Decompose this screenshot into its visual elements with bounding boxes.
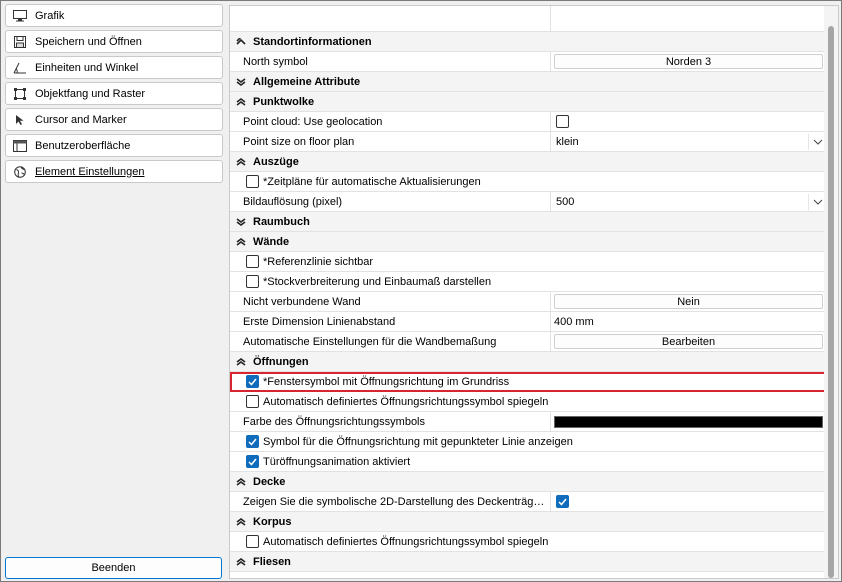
chevron-up-icon xyxy=(236,557,246,566)
nav-item-label: Benutzeroberfläche xyxy=(35,139,131,152)
bearbeiten-button[interactable]: Bearbeiten xyxy=(554,334,823,349)
prop-farbe: Farbe des Öffnungsrichtungssymbols xyxy=(230,412,826,432)
snap-grid-icon xyxy=(12,87,28,101)
nav-item-grafik[interactable]: Grafik xyxy=(5,4,223,27)
geolocation-checkbox[interactable] xyxy=(556,115,569,128)
section-allgemeine-attribute[interactable]: Allgemeine Attribute xyxy=(230,72,826,92)
chevron-up-icon xyxy=(236,157,246,166)
settings-nav: Grafik Speichern und Öffnen Einheiten un… xyxy=(5,4,223,186)
section-fliesen[interactable]: Fliesen xyxy=(230,552,826,572)
section-auszuege[interactable]: Auszüge xyxy=(230,152,826,172)
globe-icon xyxy=(12,165,28,179)
angle-icon xyxy=(12,61,28,75)
prop-decke-2d: Zeigen Sie die symbolische 2D-Darstellun… xyxy=(230,492,826,512)
cursor-icon xyxy=(12,113,28,127)
color-swatch[interactable] xyxy=(554,415,823,428)
section-decke[interactable]: Decke xyxy=(230,472,826,492)
prop-bildaufloesung: Bildauflösung (pixel) 500 xyxy=(230,192,826,212)
prop-auto-oeffnungsrichtung-korpus[interactable]: Automatisch definiertes Öffnungsrichtung… xyxy=(230,532,826,552)
erste-dimension-input[interactable]: 400 mm xyxy=(551,312,826,331)
prop-zeitplaene[interactable]: *Zeitpläne für automatische Aktualisieru… xyxy=(230,172,826,192)
nav-item-label: Objektfang und Raster xyxy=(35,87,146,100)
options-window: Grafik Speichern und Öffnen Einheiten un… xyxy=(0,0,842,582)
chevron-up-icon xyxy=(236,357,246,366)
prop-fenstersymbol[interactable]: *Fenstersymbol mit Öffnungsrichtung im G… xyxy=(230,372,826,392)
chevron-up-icon xyxy=(236,237,246,246)
nav-item-label: Cursor and Marker xyxy=(35,113,127,126)
chevron-up-icon xyxy=(236,517,246,526)
section-waende[interactable]: Wände xyxy=(230,232,826,252)
section-raumbuch[interactable]: Raumbuch xyxy=(230,212,826,232)
bildaufloesung-select[interactable]: 500 xyxy=(554,192,826,211)
prop-erste-dimension: Erste Dimension Linienabstand 400 mm xyxy=(230,312,826,332)
scrollbar-thumb[interactable] xyxy=(828,26,834,578)
nav-item-label: Grafik xyxy=(35,9,65,22)
zeitplaene-checkbox[interactable] xyxy=(246,175,259,188)
vertical-scrollbar[interactable] xyxy=(824,6,838,578)
prop-tueroeffnung[interactable]: Türöffnungsanimation aktiviert xyxy=(230,452,826,472)
section-oeffnungen[interactable]: Öffnungen xyxy=(230,352,826,372)
fenstersymbol-checkbox[interactable] xyxy=(246,375,259,388)
prop-automatische-einstellungen: Automatische Einstellungen für die Wandb… xyxy=(230,332,826,352)
chevron-up-icon xyxy=(236,477,246,486)
auto-oeffnungsrichtung-checkbox[interactable] xyxy=(246,395,259,408)
north-symbol-button[interactable]: Norden 3 xyxy=(554,54,823,69)
nav-item-cursor[interactable]: Cursor and Marker xyxy=(5,108,223,131)
nav-item-benutzeroberflaeche[interactable]: Benutzeroberfläche xyxy=(5,134,223,157)
nav-item-label: Einheiten und Winkel xyxy=(35,61,139,74)
chevron-up-icon xyxy=(236,97,246,106)
chevron-down-icon xyxy=(236,77,246,86)
nicht-verbunden-button[interactable]: Nein xyxy=(554,294,823,309)
section-korpus[interactable]: Korpus xyxy=(230,512,826,532)
prop-nicht-verbundene-wand: Nicht verbundene Wand Nein xyxy=(230,292,826,312)
symbol-gepunktet-checkbox[interactable] xyxy=(246,435,259,448)
prop-symbol-gepunktet[interactable]: Symbol für die Öffnungsrichtung mit gepu… xyxy=(230,432,826,452)
property-grid: Standortinformationen North symbol Norde… xyxy=(229,5,839,579)
decke-2d-checkbox[interactable] xyxy=(556,495,569,508)
floppy-icon xyxy=(12,35,28,49)
nav-item-einheiten[interactable]: Einheiten und Winkel xyxy=(5,56,223,79)
window-icon xyxy=(12,139,28,153)
nav-item-label: Element Einstellungen xyxy=(35,165,145,178)
stockverbreiterung-checkbox[interactable] xyxy=(246,275,259,288)
tueroeffnung-checkbox[interactable] xyxy=(246,455,259,468)
nav-item-objektfang[interactable]: Objektfang und Raster xyxy=(5,82,223,105)
auto-oeffnungsrichtung-korpus-checkbox[interactable] xyxy=(246,535,259,548)
nav-item-label: Speichern und Öffnen xyxy=(35,35,142,48)
nav-item-element-einstellungen[interactable]: Element Einstellungen xyxy=(5,160,223,183)
section-standortinformationen[interactable]: Standortinformationen xyxy=(230,32,826,52)
prop-stockverbreiterung[interactable]: *Stockverbreiterung und Einbaumaß darste… xyxy=(230,272,826,292)
prop-auto-oeffnungsrichtung[interactable]: Automatisch definiertes Öffnungsrichtung… xyxy=(230,392,826,412)
chevron-up-icon xyxy=(236,37,246,46)
grid-header-row xyxy=(230,6,826,32)
prop-point-cloud-geolocation: Point cloud: Use geolocation xyxy=(230,112,826,132)
section-punktwolke[interactable]: Punktwolke xyxy=(230,92,826,112)
monitor-icon xyxy=(12,9,28,23)
chevron-down-icon xyxy=(236,217,246,226)
prop-north-symbol: North symbol Norden 3 xyxy=(230,52,826,72)
prop-point-size: Point size on floor plan klein xyxy=(230,132,826,152)
quit-button[interactable]: Beenden xyxy=(5,557,222,579)
point-size-select[interactable]: klein xyxy=(554,132,826,151)
prop-referenzlinie[interactable]: *Referenzlinie sichtbar xyxy=(230,252,826,272)
referenzlinie-checkbox[interactable] xyxy=(246,255,259,268)
nav-item-speichern[interactable]: Speichern und Öffnen xyxy=(5,30,223,53)
